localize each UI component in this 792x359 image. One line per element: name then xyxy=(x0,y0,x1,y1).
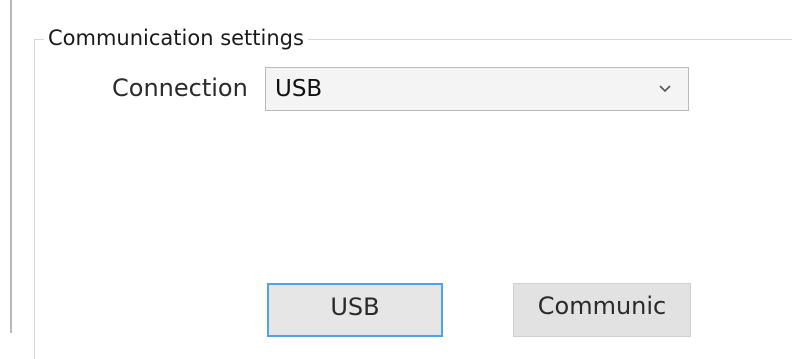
connection-select-value: USB xyxy=(275,76,323,102)
communicate-button[interactable]: Communic xyxy=(513,283,691,337)
chevron-down-icon[interactable] xyxy=(658,82,672,96)
group-title: Communication settings xyxy=(44,23,308,53)
connection-label: Connection xyxy=(112,74,248,102)
connection-select[interactable]: USB xyxy=(265,67,689,111)
usb-button[interactable]: USB xyxy=(267,283,443,337)
window-left-border xyxy=(10,0,12,333)
